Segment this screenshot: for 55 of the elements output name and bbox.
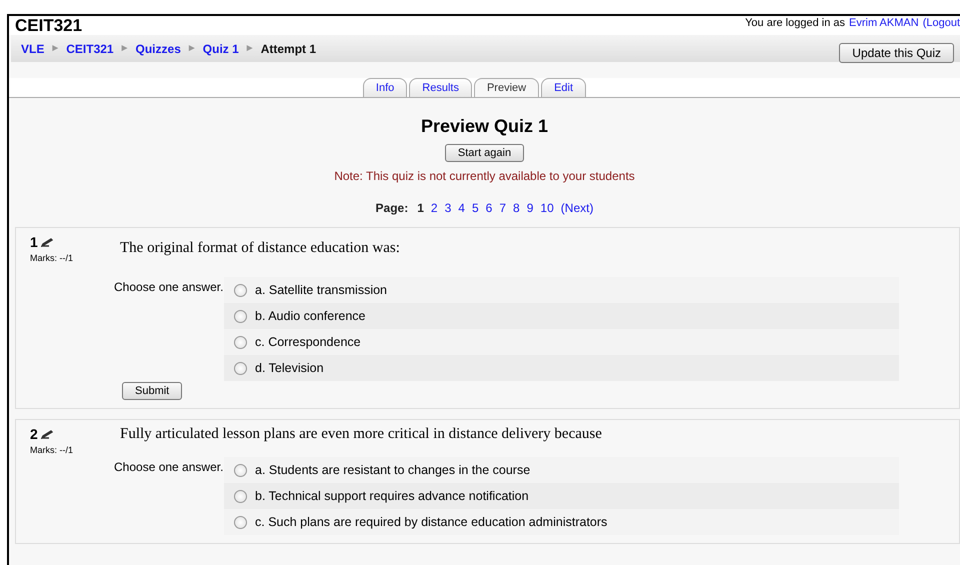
question-text: Fully articulated lesson plans are even more critical in distance delivery because	[120, 426, 603, 443]
question-number: 1	[30, 234, 38, 250]
option-label[interactable]: b. Audio conference	[255, 309, 366, 323]
page-link[interactable]: 10	[540, 201, 554, 215]
separator-icon: ►	[50, 43, 60, 54]
page-title: Preview Quiz 1	[420, 116, 548, 137]
page-link[interactable]: 4	[458, 201, 465, 215]
option-label[interactable]: a. Satellite transmission	[255, 283, 388, 297]
separator-icon: ►	[244, 43, 255, 54]
pencil-icon[interactable]	[40, 430, 53, 438]
question-text: The original format of distance education was:	[120, 240, 401, 257]
breadcrumb-link[interactable]: VLE	[21, 42, 44, 56]
answer-prompt: Choose one answer.	[114, 279, 224, 296]
submit-button[interactable]: Submit	[122, 382, 182, 400]
page-link[interactable]: 3	[444, 201, 452, 215]
page-link[interactable]: 6	[486, 201, 492, 215]
availability-note: Note: This quiz is not currently available to your students	[334, 169, 635, 183]
page-link[interactable]: 2	[430, 201, 438, 215]
page-link[interactable]: 9	[526, 201, 534, 215]
radio-button[interactable]	[234, 362, 247, 374]
page-link[interactable]: 5	[472, 201, 479, 215]
radio-button[interactable]	[234, 516, 247, 528]
separator-icon: ►	[186, 43, 197, 54]
logout-link[interactable]: (Logout	[922, 17, 960, 29]
tab[interactable]: Info	[362, 78, 408, 97]
page-link[interactable]: 7	[499, 201, 506, 215]
marks-text: Marks: --/1	[30, 253, 74, 263]
option-label[interactable]: d. Television	[255, 361, 324, 375]
radio-button[interactable]	[234, 284, 247, 296]
user-link[interactable]: Evrim AKMAN	[849, 17, 919, 29]
page-link[interactable]: 1	[417, 201, 424, 215]
page-link[interactable]: 8	[513, 201, 520, 215]
tab[interactable]: Edit	[541, 78, 586, 97]
separator-icon: ►	[120, 43, 130, 54]
question-number: 2	[30, 426, 38, 442]
login-text: You are logged in as	[745, 17, 845, 29]
pager-label: Page:	[376, 201, 408, 215]
pencil-icon[interactable]	[40, 238, 53, 246]
update-quiz-button[interactable]: Update this Quiz	[839, 42, 954, 62]
breadcrumb-link[interactable]: Quiz 1	[202, 42, 239, 56]
tab[interactable]: Results	[409, 78, 472, 97]
radio-button[interactable]	[234, 336, 247, 348]
radio-button[interactable]	[234, 464, 247, 476]
radio-button[interactable]	[234, 310, 247, 322]
start-again-button[interactable]: Start again	[444, 144, 524, 162]
breadcrumb-link[interactable]: CEIT321	[66, 42, 114, 56]
breadcrumb-link[interactable]: Quizzes	[136, 42, 181, 56]
option-label[interactable]: c. Correspondence	[255, 335, 361, 349]
next-link[interactable]: (Next)	[560, 201, 594, 215]
course-title: CEIT321	[15, 16, 82, 36]
radio-button[interactable]	[234, 490, 247, 502]
marks-text: Marks: --/1	[30, 445, 74, 455]
tab[interactable]: Preview	[474, 78, 540, 97]
breadcrumb-current: Attempt 1	[260, 42, 316, 56]
answer-prompt: Choose one answer.	[114, 459, 224, 476]
